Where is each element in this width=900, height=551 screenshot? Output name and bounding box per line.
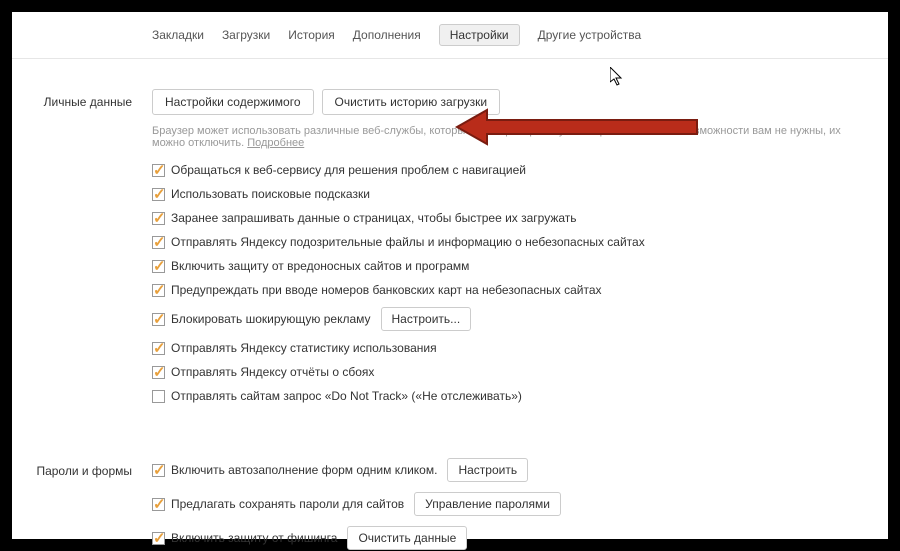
checkbox-icon[interactable] (152, 212, 165, 225)
top-nav: Закладки Загрузки История Дополнения Нас… (12, 12, 888, 59)
checkbox-label: Включить защиту от фишинга (171, 531, 337, 545)
checkbox-label: Предупреждать при вводе номеров банковск… (171, 283, 602, 297)
checkbox-label: Заранее запрашивать данные о страницах, … (171, 211, 577, 225)
clear-data-button[interactable]: Очистить данные (347, 526, 467, 550)
tab-history[interactable]: История (288, 28, 335, 42)
checkbox-label: Отправлять сайтам запрос «Do Not Track» … (171, 389, 522, 403)
tab-bookmarks[interactable]: Закладки (152, 28, 204, 42)
opt-save-passwords: Предлагать сохранять пароли для сайтов У… (152, 492, 868, 516)
checkbox-icon[interactable] (152, 313, 165, 326)
section-passwords-forms: Пароли и формы Включить автозаполнение ф… (12, 448, 888, 551)
checkbox-icon[interactable] (152, 236, 165, 249)
opt-card-warn: Предупреждать при вводе номеров банковск… (152, 283, 868, 297)
checkbox-icon[interactable] (152, 260, 165, 273)
checkbox-label: Отправлять Яндексу подозрительные файлы … (171, 235, 645, 249)
opt-autofill: Включить автозаполнение форм одним клико… (152, 458, 868, 482)
checkbox-icon[interactable] (152, 188, 165, 201)
opt-send-crash: Отправлять Яндексу отчёты о сбоях (152, 365, 868, 379)
opt-do-not-track: Отправлять сайтам запрос «Do Not Track» … (152, 389, 868, 403)
section-title-personal: Личные данные (12, 89, 152, 109)
checkbox-icon[interactable] (152, 284, 165, 297)
checkbox-label: Использовать поисковые подсказки (171, 187, 370, 201)
checkbox-label: Включить автозаполнение форм одним клико… (171, 463, 437, 477)
opt-nav-webservice: Обращаться к веб-сервису для решения про… (152, 163, 868, 177)
opt-malware-protect: Включить защиту от вредоносных сайтов и … (152, 259, 868, 273)
checkbox-label: Обращаться к веб-сервису для решения про… (171, 163, 526, 177)
checkbox-icon[interactable] (152, 342, 165, 355)
hint-more-link[interactable]: Подробнее (247, 137, 304, 149)
opt-search-suggest: Использовать поисковые подсказки (152, 187, 868, 201)
checkbox-icon[interactable] (152, 390, 165, 403)
opt-block-shock-ads: Блокировать шокирующую рекламу Настроить… (152, 307, 868, 331)
personal-hint: Браузер может использовать различные веб… (152, 125, 868, 149)
checkbox-label: Отправлять Яндексу отчёты о сбоях (171, 365, 374, 379)
opt-send-stats: Отправлять Яндексу статистику использова… (152, 341, 868, 355)
tab-addons[interactable]: Дополнения (353, 28, 421, 42)
tab-settings[interactable]: Настройки (439, 24, 520, 46)
section-title-passwords: Пароли и формы (12, 458, 152, 478)
checkbox-label: Блокировать шокирующую рекламу (171, 312, 371, 326)
checkbox-icon[interactable] (152, 498, 165, 511)
manage-passwords-button[interactable]: Управление паролями (414, 492, 561, 516)
checkbox-label: Отправлять Яндексу статистику использова… (171, 341, 437, 355)
checkbox-icon[interactable] (152, 366, 165, 379)
checkbox-label: Предлагать сохранять пароли для сайтов (171, 497, 404, 511)
checkbox-label: Включить защиту от вредоносных сайтов и … (171, 259, 469, 273)
checkbox-icon[interactable] (152, 164, 165, 177)
configure-ads-button[interactable]: Настроить... (381, 307, 472, 331)
opt-phishing-protect: Включить защиту от фишинга Очистить данн… (152, 526, 868, 550)
configure-autofill-button[interactable]: Настроить (447, 458, 528, 482)
tab-other-devices[interactable]: Другие устройства (538, 28, 642, 42)
checkbox-icon[interactable] (152, 532, 165, 545)
checkbox-icon[interactable] (152, 464, 165, 477)
tab-downloads[interactable]: Загрузки (222, 28, 270, 42)
opt-prefetch: Заранее запрашивать данные о страницах, … (152, 211, 868, 225)
opt-send-suspicious: Отправлять Яндексу подозрительные файлы … (152, 235, 868, 249)
clear-download-history-button[interactable]: Очистить историю загрузки (322, 89, 501, 115)
content-settings-button[interactable]: Настройки содержимого (152, 89, 314, 115)
section-personal-data: Личные данные Настройки содержимого Очис… (12, 79, 888, 423)
